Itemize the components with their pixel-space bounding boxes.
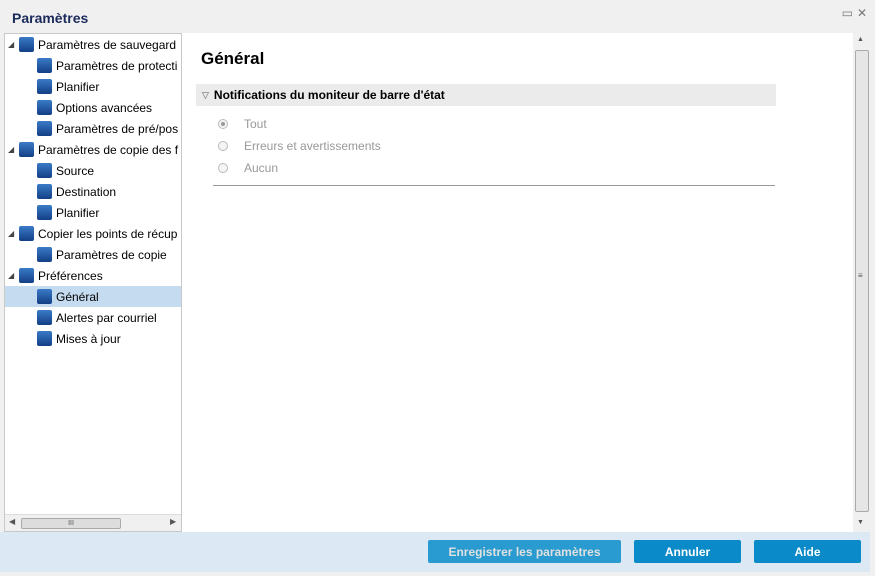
scroll-right-icon[interactable]: ▶ (170, 517, 176, 526)
tree-item[interactable]: Général (5, 286, 181, 307)
protection-icon (37, 247, 52, 262)
tree-item-label: Paramètres de sauvegard (38, 37, 177, 52)
schedule-icon (37, 79, 52, 94)
tree-item[interactable]: Paramètres de pré/pos (37, 118, 178, 139)
tree-item[interactable]: Paramètres de copie (37, 244, 167, 265)
tree-item-label: Paramètres de pré/pos (56, 121, 179, 136)
general-icon (37, 289, 52, 304)
tree-item[interactable]: ◢ Paramètres de sauvegard (8, 34, 177, 55)
tree-item[interactable]: Paramètres de protecti (37, 55, 177, 76)
collapse-icon[interactable]: ▽ (202, 90, 209, 101)
expand-triangle-icon[interactable]: ◢ (8, 229, 14, 238)
recovery-copy-icon (19, 226, 34, 241)
radio-none[interactable]: Aucun (218, 161, 278, 175)
radio-icon[interactable] (218, 141, 228, 151)
footer: Enregistrer les paramètres Annuler Aide (0, 532, 870, 572)
tree-item-label: Préférences (38, 268, 103, 283)
tree-item-label: Copier les points de récup (38, 226, 178, 241)
expand-triangle-icon[interactable]: ◢ (8, 145, 14, 154)
gears-icon (37, 100, 52, 115)
network-icon (37, 163, 52, 178)
scroll-thumb[interactable]: ≡ (855, 50, 869, 512)
scroll-up-icon[interactable]: ▲ (857, 36, 864, 43)
tree-item[interactable]: Options avancées (37, 97, 152, 118)
horizontal-scrollbar[interactable]: ◀ III ▶ (5, 514, 181, 531)
help-button[interactable]: Aide (754, 540, 861, 563)
window-title: Paramètres (12, 10, 89, 26)
main-panel: Général ▽ Notifications du moniteur de ba… (182, 33, 870, 532)
preferences-icon (19, 268, 34, 283)
tree-item[interactable]: Planifier (37, 202, 99, 223)
divider (213, 185, 775, 186)
tree-item-label: Alertes par courriel (56, 310, 157, 325)
tree-item[interactable]: Destination (37, 181, 116, 202)
scroll-thumb[interactable]: III (21, 518, 121, 529)
section-header[interactable]: ▽ Notifications du moniteur de barre d'ét… (196, 84, 776, 106)
schedule-icon (37, 205, 52, 220)
expand-triangle-icon[interactable]: ◢ (8, 271, 14, 280)
save-button[interactable]: Enregistrer les paramètres (428, 540, 621, 563)
settings-tree: ◢ Paramètres de sauvegard Paramètres de pr… (4, 33, 182, 532)
tree-item-label: Paramètres de copie des f (38, 142, 179, 157)
tree-item-label: Planifier (56, 79, 100, 94)
restore-icon[interactable]: ▭ (842, 6, 853, 20)
tree-item-label: Options avancées (56, 100, 153, 115)
tree-item-label: Général (56, 289, 99, 304)
page-title: Général (201, 49, 265, 68)
expand-triangle-icon[interactable]: ◢ (8, 40, 14, 49)
close-icon[interactable]: ✕ (857, 6, 867, 20)
radio-errors-warnings[interactable]: Erreurs et avertissements (218, 139, 381, 153)
tree-item-label: Source (56, 163, 95, 178)
email-icon (37, 310, 52, 325)
destination-icon (37, 184, 52, 199)
radio-all[interactable]: Tout (218, 117, 267, 131)
tree-item[interactable]: ◢ Paramètres de copie des f (8, 139, 179, 160)
updates-icon (37, 331, 52, 346)
tree-item[interactable]: ◢ Préférences (8, 265, 103, 286)
backup-icon (19, 37, 34, 52)
scroll-down-icon[interactable]: ▼ (857, 519, 864, 526)
tree-item-label: Destination (56, 184, 117, 199)
vertical-scrollbar[interactable]: ▲ ≡ ▼ (853, 33, 870, 532)
scroll-left-icon[interactable]: ◀ (9, 517, 15, 526)
tree-item[interactable]: Planifier (37, 76, 99, 97)
tree-item[interactable]: ◢ Copier les points de récup (8, 223, 178, 244)
copy-icon (19, 142, 34, 157)
tree-item[interactable]: Source (37, 160, 94, 181)
tree-item[interactable]: Alertes par courriel (37, 307, 157, 328)
cancel-button[interactable]: Annuler (634, 540, 741, 563)
protection-icon (37, 58, 52, 73)
radio-icon[interactable] (218, 119, 228, 129)
tree-item-label: Paramètres de copie (56, 247, 167, 262)
tree-item-label: Paramètres de protecti (56, 58, 178, 73)
tree-item-label: Mises à jour (56, 331, 121, 346)
radio-icon[interactable] (218, 163, 228, 173)
tree-item[interactable]: Mises à jour (37, 328, 121, 349)
tree-item-label: Planifier (56, 205, 100, 220)
wrench-icon (37, 121, 52, 136)
